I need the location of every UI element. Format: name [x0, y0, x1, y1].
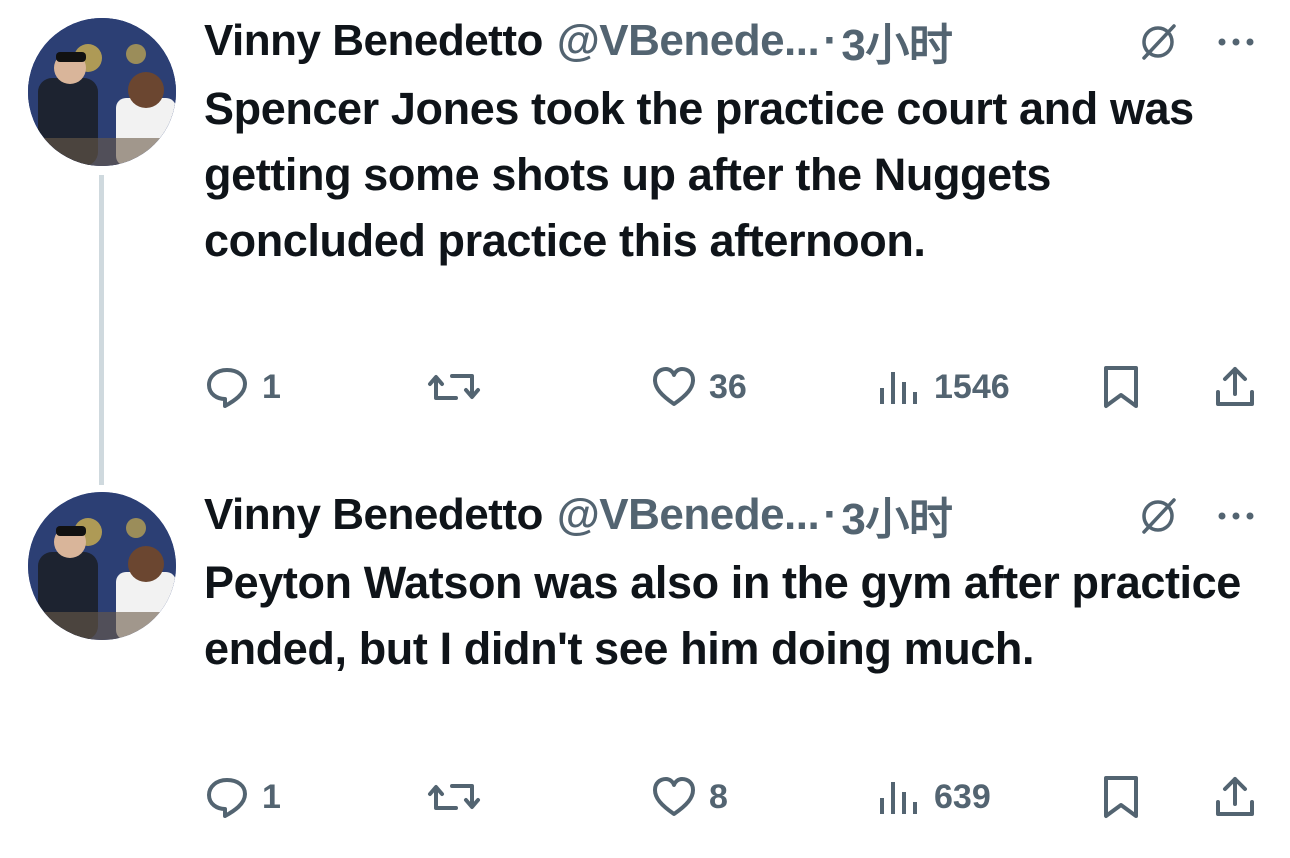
- thread-line: [99, 175, 104, 485]
- reply-icon: [207, 368, 247, 408]
- tweet-header: Vinny Benedetto @VBenede... · 3小时: [204, 16, 953, 70]
- like-icon: [653, 777, 695, 816]
- share-icon: [1216, 777, 1254, 816]
- like-icon: [653, 367, 695, 406]
- views-button[interactable]: 1546: [876, 362, 1010, 412]
- grok-icon[interactable]: [1136, 494, 1180, 538]
- retweet-button[interactable]: [426, 772, 494, 822]
- tweet-actions: 1 36 1546: [0, 362, 1290, 412]
- bookmark-icon: [1104, 366, 1138, 408]
- bookmark-icon: [1104, 776, 1138, 818]
- views-count: 639: [934, 777, 991, 816]
- views-count: 1546: [934, 367, 1010, 406]
- tweet-text: Spencer Jones took the practice court an…: [204, 83, 1194, 266]
- like-button[interactable]: 36: [651, 362, 747, 412]
- share-button[interactable]: [1212, 362, 1258, 412]
- more-icon[interactable]: [1214, 494, 1258, 538]
- author-handle[interactable]: @VBenede...: [557, 16, 820, 66]
- reply-count: 1: [262, 367, 281, 406]
- avatar[interactable]: [28, 492, 176, 640]
- avatar-photo-icon: [28, 492, 176, 640]
- tweet-header: Vinny Benedetto @VBenede... · 3小时: [204, 490, 953, 544]
- share-icon: [1216, 367, 1254, 406]
- more-icon[interactable]: [1214, 20, 1258, 64]
- views-button[interactable]: 639: [876, 772, 991, 822]
- bookmark-button[interactable]: [1098, 362, 1144, 412]
- like-button[interactable]: 8: [651, 772, 728, 822]
- reply-button[interactable]: 1: [204, 362, 281, 412]
- views-icon: [880, 782, 917, 814]
- like-count: 36: [709, 367, 747, 406]
- tweet-actions: 1 8 639: [0, 772, 1290, 822]
- author-name[interactable]: Vinny Benedetto: [204, 16, 543, 66]
- bookmark-button[interactable]: [1098, 772, 1144, 822]
- reply-button[interactable]: 1: [204, 772, 281, 822]
- timestamp[interactable]: 3小时: [841, 9, 952, 73]
- share-button[interactable]: [1212, 772, 1258, 822]
- retweet-icon: [428, 784, 480, 810]
- reply-count: 1: [262, 777, 281, 816]
- tweet[interactable]: Vinny Benedetto @VBenede... · 3小时 Peyton…: [0, 470, 1290, 858]
- grok-icon[interactable]: [1136, 20, 1180, 64]
- tweet[interactable]: Vinny Benedetto @VBenede... · 3小时 Spence…: [0, 0, 1290, 485]
- retweet-button[interactable]: [426, 362, 494, 412]
- avatar-photo-icon: [28, 18, 176, 166]
- reply-icon: [207, 778, 247, 818]
- timestamp[interactable]: 3小时: [841, 483, 952, 547]
- retweet-icon: [428, 374, 480, 400]
- like-count: 8: [709, 777, 728, 816]
- avatar[interactable]: [28, 18, 176, 166]
- separator-dot: ·: [823, 16, 838, 65]
- tweet-text: Peyton Watson was also in the gym after …: [204, 557, 1241, 674]
- author-handle[interactable]: @VBenede...: [557, 490, 820, 540]
- views-icon: [880, 372, 917, 404]
- separator-dot: ·: [823, 490, 838, 539]
- author-name[interactable]: Vinny Benedetto: [204, 490, 543, 540]
